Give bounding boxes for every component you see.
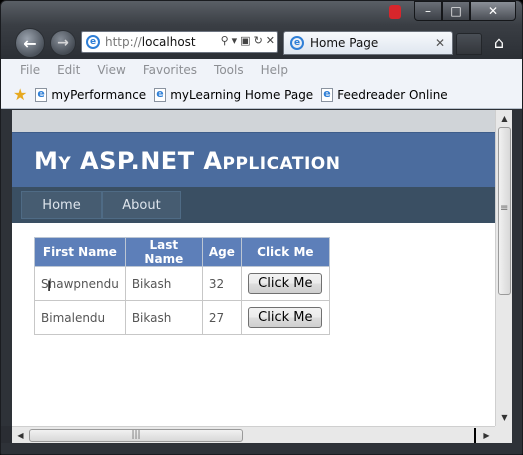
- table-row: Shawpnendu Bikash 32 Click Me: [34, 266, 330, 301]
- favorite-label: Feedreader Online: [337, 87, 448, 102]
- site-title: My ASP.NET Application: [34, 147, 341, 175]
- nav-home-link[interactable]: Home: [21, 191, 102, 219]
- scroll-down-icon[interactable]: ▼: [496, 409, 513, 426]
- menu-help[interactable]: Help: [261, 63, 288, 77]
- browser-window: – □ ✕ ← → e http://localhost ⚲ ▾ ▣ ↻ ✕ e…: [0, 0, 523, 455]
- text-cursor-icon: I: [47, 279, 52, 295]
- tab-ie-icon: e: [290, 36, 304, 50]
- grid-header-row: First Name Last Name Age Click Me: [34, 237, 330, 267]
- back-button[interactable]: ←: [15, 28, 45, 58]
- app-tray-icon[interactable]: [389, 5, 401, 19]
- horizontal-scrollbar[interactable]: ◀ ||| ▶: [12, 426, 495, 443]
- refresh-icon[interactable]: ↻: [254, 34, 263, 47]
- scrollbar-corner: [495, 426, 512, 443]
- favorite-link-mylearning[interactable]: myLearning Home Page: [154, 87, 314, 102]
- cell-age: 32: [201, 266, 242, 301]
- col-last-name: Last Name: [124, 237, 203, 267]
- scroll-left-icon[interactable]: ◀: [12, 427, 29, 444]
- horizontal-scroll-thumb[interactable]: |||: [29, 429, 243, 442]
- click-me-button[interactable]: Click Me: [248, 273, 323, 294]
- click-me-button[interactable]: Click Me: [248, 307, 323, 328]
- favorite-page-icon: [321, 87, 334, 102]
- minimize-button[interactable]: –: [414, 1, 442, 21]
- favorite-link-myperformance[interactable]: myPerformance: [35, 87, 147, 102]
- menu-bar: File Edit View Favorites Tools Help: [1, 59, 522, 81]
- menu-tools[interactable]: Tools: [214, 63, 244, 77]
- address-host: localhost: [141, 35, 196, 49]
- vertical-scrollbar[interactable]: ▲ ▼: [495, 110, 512, 426]
- search-icon[interactable]: ⚲: [221, 34, 229, 47]
- maximize-button[interactable]: □: [442, 1, 470, 21]
- cell-first-name: Bimalendu: [34, 300, 126, 335]
- nav-about-link[interactable]: About: [102, 191, 181, 219]
- stop-icon[interactable]: ✕: [266, 34, 275, 47]
- favorite-label: myPerformance: [51, 87, 147, 102]
- favorite-label: myLearning Home Page: [170, 87, 314, 102]
- tab-close-icon[interactable]: ✕: [435, 36, 445, 50]
- favorite-link-feedreader[interactable]: Feedreader Online: [321, 87, 448, 102]
- address-tools: ⚲ ▾ ▣ ↻ ✕: [218, 34, 275, 47]
- scroll-marker: [474, 428, 476, 443]
- favorites-star-icon[interactable]: ★: [13, 85, 27, 104]
- ie-page-icon: e: [86, 35, 100, 49]
- cell-action: Click Me: [240, 300, 330, 335]
- menu-file[interactable]: File: [20, 63, 40, 77]
- grid-container: First Name Last Name Age Click Me Shawpn…: [12, 223, 495, 335]
- navigation-bar: ← → e http://localhost ⚲ ▾ ▣ ↻ ✕ e Home …: [1, 25, 522, 59]
- dropdown-icon[interactable]: ▾: [232, 34, 238, 47]
- cell-action: Click Me: [240, 266, 330, 301]
- col-first-name: First Name: [34, 237, 126, 267]
- vertical-scroll-thumb[interactable]: [498, 127, 511, 295]
- table-row: Bimalendu Bikash 27 Click Me: [34, 300, 330, 335]
- back-arrow-icon: ←: [23, 33, 37, 53]
- window-caption-buttons: – □ ✕: [414, 1, 516, 21]
- address-text[interactable]: http://localhost: [105, 35, 196, 49]
- forward-arrow-icon: →: [57, 35, 69, 51]
- new-tab-button[interactable]: [456, 33, 482, 55]
- col-click-me: Click Me: [240, 237, 330, 267]
- compatibility-icon[interactable]: ▣: [240, 34, 250, 47]
- cell-last-name: Bikash: [124, 266, 203, 301]
- close-window-button[interactable]: ✕: [470, 1, 516, 21]
- site-nav: Home About: [12, 187, 495, 223]
- favorites-bar: ★ myPerformance myLearning Home Page Fee…: [1, 81, 522, 109]
- menu-favorites[interactable]: Favorites: [143, 63, 197, 77]
- tab-home-page[interactable]: e Home Page ✕: [283, 31, 453, 55]
- scroll-up-icon[interactable]: ▲: [496, 110, 513, 127]
- address-prefix: http://: [105, 35, 142, 49]
- menu-view[interactable]: View: [97, 63, 125, 77]
- tab-title: Home Page: [310, 36, 379, 50]
- col-age: Age: [201, 237, 242, 267]
- scroll-right-icon[interactable]: ▶: [478, 427, 495, 444]
- bottom-border: [1, 443, 522, 454]
- page-viewport: My ASP.NET Application Home About First …: [12, 110, 495, 426]
- left-border: [1, 110, 12, 426]
- page-top-band: [12, 110, 495, 132]
- site-header: My ASP.NET Application: [12, 132, 495, 187]
- favorite-page-icon: [154, 87, 167, 102]
- cell-age: 27: [201, 300, 242, 335]
- forward-button[interactable]: →: [50, 30, 76, 56]
- favorite-page-icon: [35, 87, 48, 102]
- menu-edit[interactable]: Edit: [57, 63, 80, 77]
- right-border: [512, 110, 522, 454]
- home-icon[interactable]: ⌂: [490, 34, 508, 52]
- address-bar[interactable]: e http://localhost ⚲ ▾ ▣ ↻ ✕: [81, 31, 278, 53]
- people-grid: First Name Last Name Age Click Me Shawpn…: [34, 237, 330, 335]
- cell-last-name: Bikash: [124, 300, 203, 335]
